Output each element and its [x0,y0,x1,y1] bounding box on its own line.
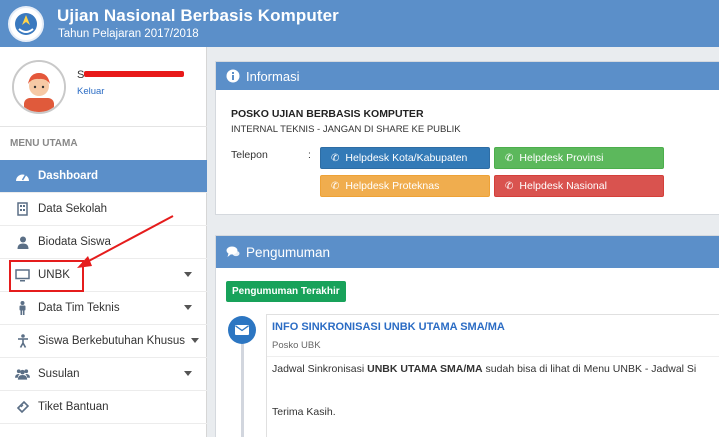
announcement-item-title[interactable]: INFO SINKRONISASI UNBK UTAMA SMA/MA [272,321,505,333]
sidebar-item-label: Dashboard [38,170,99,182]
sidebar-item-siswa-berkebutuhan-khusus[interactable]: Siswa Berkebutuhan Khusus [0,325,207,358]
sidebar-item-label: Susulan [38,368,80,380]
divider [267,356,719,357]
chevron-down-icon [191,338,199,343]
sidebar-item-label: Tiket Bantuan [38,401,109,413]
divider [0,126,207,127]
sidebar-menu: Dashboard Data Sekolah Biodata Siswa UNB… [0,160,207,424]
chevron-down-icon [184,371,192,376]
chevron-down-icon [184,305,192,310]
announcement-panel-header: Pengumuman [216,236,719,268]
avatar [12,60,66,114]
top-header: Ujian Nasional Berbasis Komputer Tahun P… [0,0,719,47]
app-title: Ujian Nasional Berbasis Komputer [57,6,339,25]
avatar-icon [14,62,64,112]
tut-wuri-logo-icon [8,6,44,42]
annotation-arrow-icon [77,215,174,268]
sidebar-item-data-tim-teknis[interactable]: Data Tim Teknis [0,292,207,325]
announcement-item-thanks: Terima Kasih. [272,406,336,418]
body-suffix: sudah bisa di lihat di Menu UNBK - Jadwa… [482,363,697,375]
phone-icon: ✆ [331,180,340,192]
user-icon [15,235,30,250]
helpdesk-provinsi-label: Helpdesk Provinsi [519,152,604,164]
body-prefix: Jadwal Sinkronisasi [272,363,368,375]
sidebar-item-dashboard[interactable]: Dashboard [0,160,207,193]
phone-icon: ✆ [505,180,514,192]
helpdesk-proteknas-button[interactable]: ✆ Helpdesk Proteknas [320,175,490,197]
comments-icon [226,246,240,257]
user-profile: S Keluar [0,47,207,117]
telepon-label: Telepon [231,149,268,161]
users-icon [15,367,30,382]
info-panel-title: Informasi [246,68,300,84]
posko-title: POSKO UJIAN BERBASIS KOMPUTER [231,108,424,120]
sidebar-item-label: Siswa Berkebutuhan Khusus [38,335,186,347]
envelope-icon [228,316,256,344]
helpdesk-provinsi-button[interactable]: ✆ Helpdesk Provinsi [494,147,664,169]
sidebar-item-label: Data Tim Teknis [38,302,120,314]
announcement-item-body: Jadwal Sinkronisasi UNBK UTAMA SMA/MA su… [272,363,696,375]
announcement-panel: Pengumuman Pengumuman Terakhir INFO SINK… [215,235,719,437]
latest-announcement-tag: Pengumuman Terakhir [226,281,346,302]
logout-link[interactable]: Keluar [77,86,104,97]
telepon-colon: : [308,149,311,161]
sidebar-item-tiket-bantuan[interactable]: Tiket Bantuan [0,391,207,424]
helpdesk-nasional-button[interactable]: ✆ Helpdesk Nasional [494,175,664,197]
accessibility-icon [15,334,30,349]
phone-icon: ✆ [331,152,340,164]
announcement-item-author: Posko UBK [272,340,321,351]
menu-heading: MENU UTAMA [10,138,78,149]
main-content: Informasi POSKO UJIAN BERBASIS KOMPUTER … [207,47,719,437]
helpdesk-kota-label: Helpdesk Kota/Kabupaten [345,152,468,164]
helpdesk-kota-button[interactable]: ✆ Helpdesk Kota/Kabupaten [320,147,490,169]
info-panel: Informasi POSKO UJIAN BERBASIS KOMPUTER … [215,61,719,215]
sidebar-item-susulan[interactable]: Susulan [0,358,207,391]
phone-icon: ✆ [505,152,514,164]
redacted-name [84,71,184,77]
info-icon [226,69,240,83]
internal-note: INTERNAL TEKNIS - JANGAN DI SHARE KE PUB… [231,124,461,135]
person-icon [15,301,30,316]
announcement-item: INFO SINKRONISASI UNBK UTAMA SMA/MA Posk… [266,314,719,437]
building-icon [15,202,30,217]
info-panel-header: Informasi [216,62,719,90]
helpdesk-nasional-label: Helpdesk Nasional [519,180,607,192]
announcement-panel-title: Pengumuman [246,244,331,260]
app-subtitle: Tahun Pelajaran 2017/2018 [58,28,199,40]
ticket-icon [15,400,30,415]
body-bold: UNBK UTAMA SMA/MA [367,363,483,375]
helpdesk-proteknas-label: Helpdesk Proteknas [345,180,440,192]
dashboard-icon [15,169,30,184]
